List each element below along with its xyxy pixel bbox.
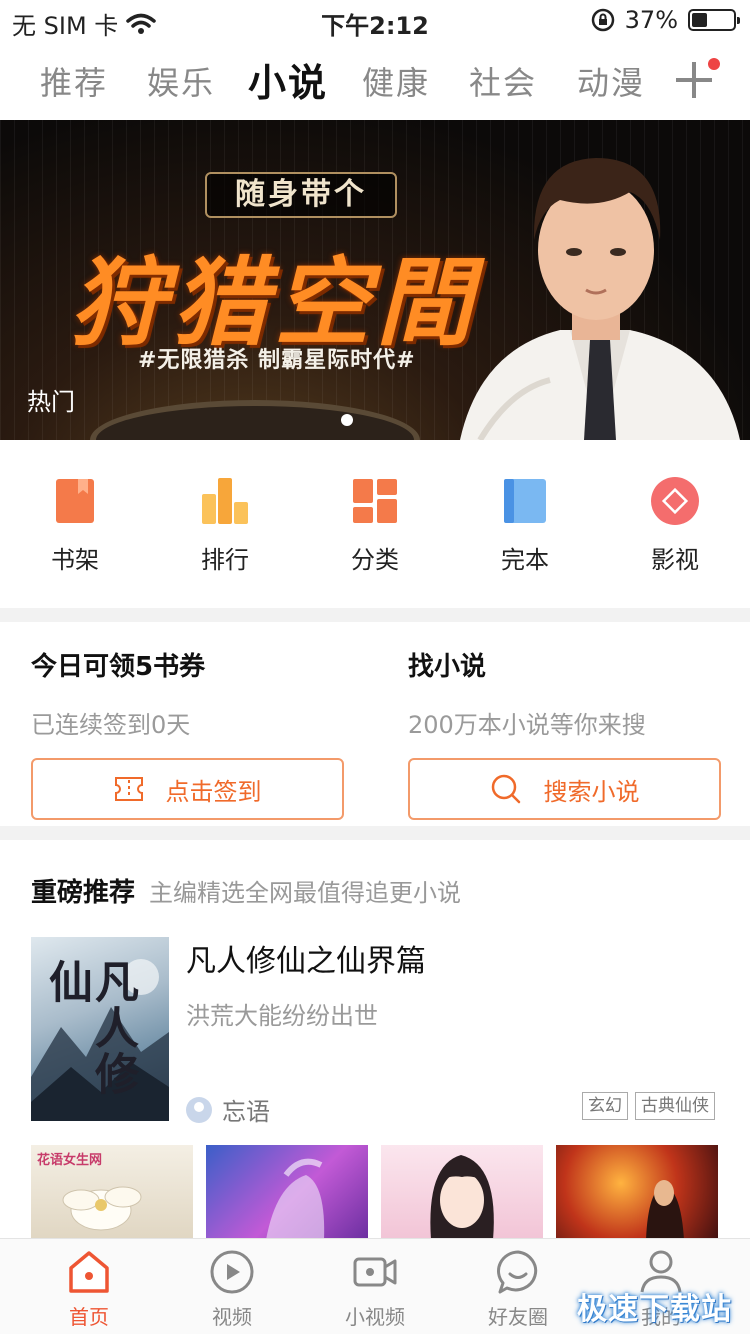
author-name: 忘语 bbox=[222, 1098, 270, 1126]
tab-health[interactable]: 健康 bbox=[362, 58, 430, 104]
nav-home[interactable]: 首页 bbox=[34, 1249, 144, 1330]
author-avatar-icon bbox=[186, 1096, 212, 1123]
video-play-icon bbox=[209, 1249, 255, 1295]
book-author: 忘语 bbox=[186, 1092, 270, 1127]
recommend-subheading: 主编精选全网最值得追更小说 bbox=[149, 879, 462, 907]
signin-desc: 已连续签到0天 bbox=[31, 711, 191, 739]
entry-completed[interactable]: 完本 bbox=[475, 476, 575, 575]
recommend-header: 重磅推荐 主编精选全网最值得追更小说 bbox=[31, 872, 461, 909]
search-card: 找小说 200万本小说等你来搜 搜索小说 bbox=[408, 646, 748, 820]
search-button-label: 搜索小说 bbox=[543, 777, 640, 806]
search-novel-button[interactable]: 搜索小说 bbox=[408, 758, 721, 820]
search-icon bbox=[491, 774, 520, 804]
status-bar: 无 SIM 卡 下午2:12 37% bbox=[0, 0, 750, 40]
entry-category[interactable]: 分类 bbox=[325, 476, 425, 575]
battery-percent: 37% bbox=[624, 6, 678, 34]
entry-bookshelf[interactable]: 书架 bbox=[25, 476, 125, 575]
tab-entertainment[interactable]: 娱乐 bbox=[147, 58, 215, 104]
section-divider bbox=[0, 608, 750, 622]
book-cover[interactable]: 凡人修仙 bbox=[31, 937, 169, 1121]
bookshelf-icon bbox=[50, 476, 100, 526]
banner-subtitle: 随身带个 bbox=[205, 172, 397, 218]
category-icon bbox=[350, 476, 400, 526]
book-thumbnail[interactable] bbox=[206, 1145, 368, 1240]
completed-icon bbox=[500, 476, 550, 526]
book-thumbnail-row: 花语女生网 bbox=[0, 1145, 750, 1240]
book-thumbnail[interactable] bbox=[556, 1145, 718, 1240]
nav-short-video[interactable]: 小视频 bbox=[320, 1249, 430, 1330]
tab-anime[interactable]: 动漫 bbox=[577, 58, 645, 104]
home-icon bbox=[66, 1249, 112, 1295]
carousel-indicator[interactable] bbox=[341, 414, 353, 426]
tab-novel[interactable]: 小说 bbox=[248, 52, 328, 107]
signin-card: 今日可领5书券 已连续签到0天 点击签到 bbox=[31, 646, 371, 820]
banner-character-illustration bbox=[460, 158, 740, 440]
ticket-icon bbox=[114, 777, 143, 801]
battery-icon bbox=[688, 9, 740, 31]
nav-friends[interactable]: 好友圈 bbox=[463, 1249, 573, 1330]
tab-society[interactable]: 社会 bbox=[469, 58, 537, 104]
add-channel-icon[interactable] bbox=[676, 62, 712, 98]
entry-ranking[interactable]: 排行 bbox=[175, 476, 275, 575]
book-cover-title: 凡人修仙 bbox=[41, 959, 138, 1097]
banner-carousel[interactable]: 随身带个 狩猎空間 #无限猎杀 制霸星际时代# 热门 bbox=[0, 120, 750, 440]
chat-bubble-icon bbox=[495, 1249, 541, 1295]
section-divider bbox=[0, 826, 750, 840]
banner-hot-label: 热门 bbox=[27, 388, 75, 416]
book-description: 洪荒大能纷纷出世 bbox=[186, 1002, 378, 1030]
signin-button-label: 点击签到 bbox=[165, 777, 262, 806]
entry-film[interactable]: 影视 bbox=[625, 476, 725, 575]
rotation-lock-icon bbox=[591, 8, 614, 32]
quick-entries: 书架 排行 分类 完本 影视 bbox=[0, 440, 750, 608]
book-title[interactable]: 凡人修仙之仙界篇 bbox=[186, 936, 426, 980]
book-thumbnail[interactable]: 花语女生网 bbox=[31, 1145, 193, 1240]
notification-dot bbox=[708, 58, 720, 70]
search-title: 找小说 bbox=[408, 652, 487, 682]
video-camera-icon bbox=[352, 1249, 398, 1295]
book-thumbnail[interactable] bbox=[381, 1145, 543, 1240]
channel-tabs: 推荐 娱乐 小说 健康 社会 动漫 bbox=[0, 46, 750, 118]
signin-title: 今日可领5书券 bbox=[31, 652, 206, 682]
signin-button[interactable]: 点击签到 bbox=[31, 758, 344, 820]
recommend-heading: 重磅推荐 bbox=[31, 878, 136, 908]
watermark: 极速下载站 bbox=[577, 1292, 732, 1327]
nav-video[interactable]: 视频 bbox=[177, 1249, 287, 1330]
book-tag: 玄幻 bbox=[582, 1092, 628, 1120]
ranking-icon bbox=[200, 476, 250, 526]
tab-recommend[interactable]: 推荐 bbox=[40, 58, 108, 104]
film-icon bbox=[650, 476, 700, 526]
book-tag: 古典仙侠 bbox=[635, 1092, 715, 1120]
banner-tagline: #无限猎杀 制霸星际时代# bbox=[138, 348, 416, 373]
search-desc: 200万本小说等你来搜 bbox=[408, 711, 646, 739]
